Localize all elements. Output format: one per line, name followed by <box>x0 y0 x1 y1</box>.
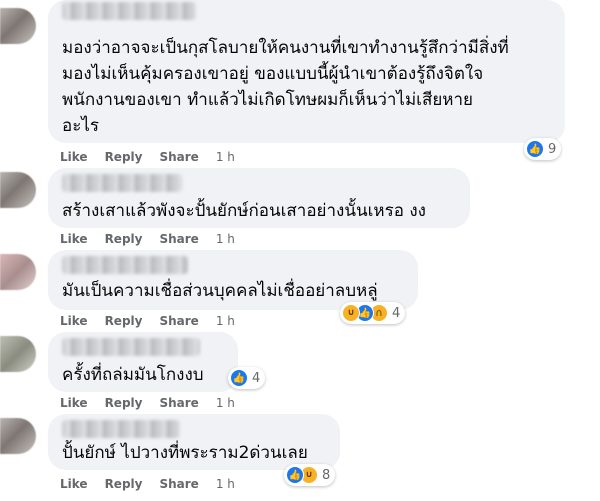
comment-text: มันเป็นความเชื่อส่วนบุคคลไม่เชื่ออย่าลบห… <box>62 281 378 301</box>
comment-text: ครั้งที่ถล่มมันโกงงบ <box>62 365 204 385</box>
reaction-summary[interactable]: 👍 9 <box>524 138 562 160</box>
comment-bubble: มันเป็นความเชื่อส่วนบุคคลไม่เชื่ออย่าลบห… <box>48 250 418 310</box>
avatar[interactable] <box>0 8 36 44</box>
reply-button[interactable]: Reply <box>105 477 143 491</box>
commenter-name-blurred[interactable] <box>62 174 182 192</box>
like-button[interactable]: Like <box>60 232 88 246</box>
timestamp[interactable]: 1 h <box>216 477 235 491</box>
comment-bubble: มองว่าอาจจะเป็นกุสโลบายให้คนงานที่เขาทำง… <box>48 0 565 143</box>
avatar[interactable] <box>0 172 36 208</box>
comment-actions: Like Reply Share 1 h <box>60 150 235 164</box>
comment-text: มองว่าอาจจะเป็นกุสโลบายให้คนงานที่เขาทำง… <box>62 38 509 136</box>
timestamp[interactable]: 1 h <box>216 314 235 328</box>
reaction-count: 4 <box>252 370 261 386</box>
comment-actions: Like Reply Share 1 h <box>60 232 235 246</box>
commenter-name-blurred[interactable] <box>62 2 196 20</box>
comment-actions: Like Reply Share 1 h <box>60 477 235 491</box>
reply-button[interactable]: Reply <box>105 150 143 164</box>
comment-text: สร้างเสาแล้วพังจะปั้นยักษ์ก่อนเสาอย่างนั… <box>62 201 426 221</box>
like-icon: 👍 <box>286 466 304 484</box>
comment-actions: Like Reply Share 1 h <box>60 396 235 410</box>
haha-icon: ∪ <box>342 304 360 322</box>
like-icon: 👍 <box>230 369 248 387</box>
share-button[interactable]: Share <box>159 314 198 328</box>
reaction-count: 8 <box>322 467 331 483</box>
like-button[interactable]: Like <box>60 314 88 328</box>
commenter-name-blurred[interactable] <box>62 256 188 274</box>
avatar[interactable] <box>0 336 36 372</box>
commenter-name-blurred[interactable] <box>62 338 200 356</box>
reaction-count: 4 <box>392 305 401 321</box>
reply-button[interactable]: Reply <box>105 396 143 410</box>
like-icon: 👍 <box>526 140 544 158</box>
share-button[interactable]: Share <box>159 150 198 164</box>
commenter-name-blurred[interactable] <box>62 420 180 438</box>
avatar[interactable] <box>0 418 36 454</box>
timestamp[interactable]: 1 h <box>216 232 235 246</box>
reply-button[interactable]: Reply <box>105 232 143 246</box>
timestamp[interactable]: 1 h <box>216 150 235 164</box>
share-button[interactable]: Share <box>159 232 198 246</box>
comment-actions: Like Reply Share 1 h <box>60 314 235 328</box>
reaction-count: 9 <box>548 141 557 157</box>
share-button[interactable]: Share <box>159 477 198 491</box>
like-button[interactable]: Like <box>60 396 88 410</box>
reply-button[interactable]: Reply <box>105 314 143 328</box>
comment-text: ปั้นยักษ์ ไปวางที่พระราม2ด่วนเลย <box>62 443 308 463</box>
reaction-summary[interactable]: 👍 ∪ 8 <box>284 464 336 486</box>
timestamp[interactable]: 1 h <box>216 396 235 410</box>
comment-bubble: ครั้งที่ถล่มมันโกงงบ <box>48 332 238 392</box>
comment-bubble: สร้างเสาแล้วพังจะปั้นยักษ์ก่อนเสาอย่างนั… <box>48 168 470 228</box>
comment-bubble: ปั้นยักษ์ ไปวางที่พระราม2ด่วนเลย <box>48 414 340 470</box>
like-button[interactable]: Like <box>60 477 88 491</box>
share-button[interactable]: Share <box>159 396 198 410</box>
like-button[interactable]: Like <box>60 150 88 164</box>
reaction-summary[interactable]: ∪ 👍 ∩ 4 <box>340 302 406 324</box>
reaction-summary[interactable]: 👍 4 <box>228 367 266 389</box>
avatar[interactable] <box>0 254 36 290</box>
